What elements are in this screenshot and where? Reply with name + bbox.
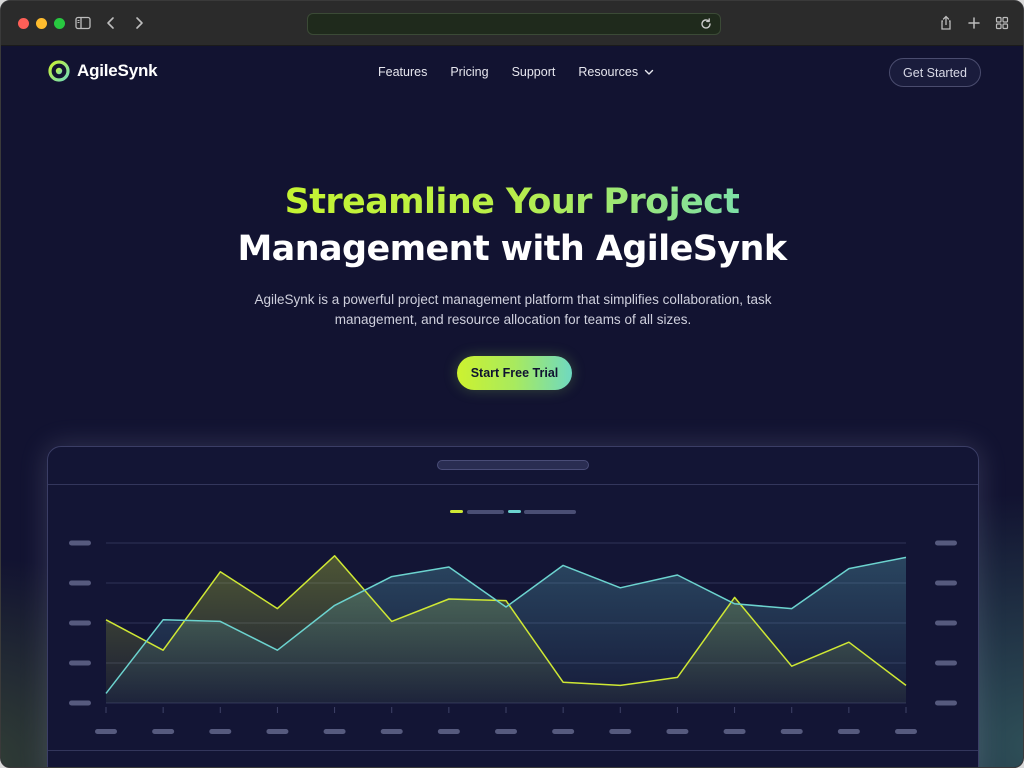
nav-link-label: Resources xyxy=(578,65,639,79)
minimize-window-button[interactable] xyxy=(36,18,47,29)
chart-y-tick-label-right xyxy=(935,700,957,706)
chart-y-tick-label-left xyxy=(69,700,91,706)
landing-page: AgileSynk Features Pricing Support Resou… xyxy=(1,46,1023,767)
nav-link-pricing[interactable]: Pricing xyxy=(450,65,488,79)
chart-y-tick-label-left xyxy=(69,580,91,586)
dashboard-preview xyxy=(47,446,979,767)
chart-y-tick-label-right xyxy=(935,580,957,586)
nav-link-features[interactable]: Features xyxy=(378,65,427,79)
chart-x-tick-label xyxy=(609,729,632,734)
browser-window: AgileSynk Features Pricing Support Resou… xyxy=(0,0,1024,768)
get-started-button[interactable]: Get Started xyxy=(889,58,981,87)
brand-name: AgileSynk xyxy=(77,61,158,80)
brand-logo[interactable]: AgileSynk xyxy=(48,60,158,82)
forward-icon[interactable] xyxy=(130,14,148,32)
chart-x-tick-label xyxy=(495,729,517,734)
nav-link-label: Pricing xyxy=(450,65,489,79)
chart-x-tick-label xyxy=(323,729,346,734)
chart-legend-label-series-2 xyxy=(524,510,576,514)
chart-y-tick-label-right xyxy=(935,540,957,546)
chart-x-tick-label xyxy=(152,729,175,734)
share-icon[interactable] xyxy=(937,14,955,32)
chart-x-tick-label xyxy=(780,729,803,734)
zoom-window-button[interactable] xyxy=(54,18,65,29)
window-controls xyxy=(18,18,65,29)
chart-x-tick-label xyxy=(380,729,403,734)
chart-x-tick-label xyxy=(209,729,232,734)
chart-x-tick-label xyxy=(437,729,460,734)
nav-links: Features Pricing Support Resources xyxy=(378,65,654,79)
hero-title: Streamline Your Project Management with … xyxy=(1,179,1023,273)
preview-divider xyxy=(48,750,978,751)
sidebar-icon[interactable] xyxy=(74,14,92,32)
hero-title-line2: Management with AgileSynk xyxy=(237,229,787,269)
hero-title-line1: Streamline Your Project xyxy=(285,179,740,226)
address-bar[interactable] xyxy=(307,13,721,35)
chart-x-tick-label xyxy=(895,729,917,734)
chart-x-tick-label xyxy=(95,729,117,734)
nav-link-label: Support xyxy=(511,65,556,79)
chart-legend-label-series-1 xyxy=(467,510,504,514)
browser-toolbar xyxy=(1,1,1023,46)
nav-link-label: Features xyxy=(378,65,428,79)
hero-subtitle: AgileSynk is a powerful project manageme… xyxy=(254,292,772,327)
chart-y-tick-label-right xyxy=(935,620,957,626)
reload-icon[interactable] xyxy=(699,17,713,31)
chart-x-tick-label xyxy=(552,729,575,734)
chart-legend-swatch-series-2 xyxy=(508,510,521,513)
start-free-trial-button[interactable]: Start Free Trial xyxy=(457,356,572,390)
nav-link-resources[interactable]: Resources xyxy=(578,65,654,79)
chevron-down-icon xyxy=(644,69,654,75)
chart-legend-swatch-series-1 xyxy=(450,510,463,513)
agilesynk-logo-icon xyxy=(48,60,70,82)
tab-overview-icon[interactable] xyxy=(993,14,1011,32)
chart-x-tick-label xyxy=(266,729,289,734)
close-window-button[interactable] xyxy=(18,18,29,29)
chart-x-tick-label xyxy=(837,729,860,734)
top-nav: AgileSynk Features Pricing Support Resou… xyxy=(1,46,1023,98)
back-icon[interactable] xyxy=(102,14,120,32)
analytics-chart xyxy=(69,510,957,734)
nav-link-support[interactable]: Support xyxy=(512,65,556,79)
chart-y-tick-label-left xyxy=(69,620,91,626)
new-tab-icon[interactable] xyxy=(965,14,983,32)
chart-y-tick-label-right xyxy=(935,660,957,666)
chart-x-tick-label xyxy=(723,729,746,734)
chart-x-tick-label xyxy=(666,729,689,734)
chart-y-tick-label-left xyxy=(69,660,91,666)
chart-y-tick-label-left xyxy=(69,540,91,546)
